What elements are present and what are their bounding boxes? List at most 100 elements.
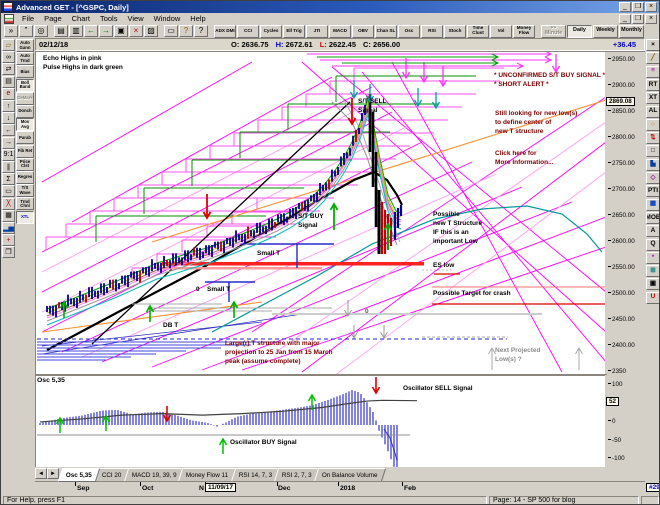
oscillator-panel[interactable]: [35, 375, 607, 469]
window-icon[interactable]: ❒: [2, 246, 15, 259]
left-study-bias[interactable]: Bias: [16, 65, 34, 79]
menu-file[interactable]: File: [17, 14, 39, 23]
grid-icon[interactable]: ▦: [646, 198, 659, 211]
down-arrow-icon[interactable]: ↓: [2, 112, 15, 125]
left-study-regres[interactable]: Regres: [16, 171, 34, 184]
left-study-mov-avg[interactable]: Mov Avg: [16, 118, 34, 132]
delete-icon[interactable]: ×: [129, 25, 143, 37]
tab-on-balance-volume[interactable]: On Balance Volume: [313, 468, 386, 482]
left-arrow-icon[interactable]: ←: [2, 124, 15, 137]
study-button-money-flow[interactable]: Money Flow: [513, 24, 535, 38]
ellipse-icon[interactable]: ○: [646, 118, 659, 131]
menu-help[interactable]: Help: [185, 14, 210, 23]
gann-icon[interactable]: ▦: [2, 209, 15, 222]
left-study-price-clst[interactable]: Price Clst: [16, 157, 34, 171]
tab-money-flow-11[interactable]: Money Flow 11: [178, 468, 237, 482]
tab-rsi-2-7-3[interactable]: RSI 2, 7, 3: [273, 468, 320, 482]
new-chart-icon[interactable]: ▤: [54, 25, 68, 37]
zoom-icon[interactable]: Q: [646, 238, 659, 251]
left-study-parab[interactable]: Parab: [16, 131, 34, 145]
menu-view[interactable]: View: [122, 14, 148, 23]
close-button[interactable]: ×: [645, 2, 657, 12]
left-study-boll-band[interactable]: Boll Band: [16, 78, 34, 92]
trendlines-icon[interactable]: ≡: [646, 65, 659, 78]
arrows-icon[interactable]: ⇅: [646, 132, 659, 145]
bars-icon[interactable]: ▙: [646, 158, 659, 171]
expand-icon[interactable]: ∥: [2, 161, 15, 173]
next-icon[interactable]: →: [99, 25, 113, 37]
ratio-icon[interactable]: 9:1: [2, 148, 15, 161]
study-button-cycles[interactable]: Cycles: [260, 24, 282, 38]
study-icon[interactable]: ▤: [2, 75, 15, 88]
study-button-chan-sl[interactable]: Chan SL: [375, 24, 397, 38]
print-icon[interactable]: ▭: [164, 25, 178, 37]
fib-ext-icon[interactable]: XT: [646, 92, 659, 105]
pencil-icon[interactable]: ╱: [646, 52, 659, 65]
left-study-trnd-chnl[interactable]: Trnd Chnl: [16, 197, 34, 211]
mob-icon[interactable]: MOB: [646, 211, 659, 224]
study-button-cci[interactable]: CCI: [237, 24, 259, 38]
menu-tools[interactable]: Tools: [95, 14, 123, 23]
prev-icon[interactable]: ←: [84, 25, 98, 37]
period-button-weekly[interactable]: Weekly: [593, 24, 618, 38]
study-button-adx-dmi[interactable]: ADX DMI: [214, 24, 236, 38]
minimize-button[interactable]: _: [619, 2, 631, 12]
tab-scroll-right[interactable]: ►: [47, 468, 59, 479]
context-help-icon[interactable]: ?: [194, 25, 208, 37]
period-button-60-minute[interactable]: 60 Minute: [541, 24, 566, 38]
mdi-restore-button[interactable]: ❒: [632, 14, 644, 24]
pti-icon[interactable]: PTI: [646, 185, 659, 198]
copy-icon[interactable]: ▣: [114, 25, 128, 37]
up-arrow-icon[interactable]: ↑: [2, 100, 15, 112]
menu-page[interactable]: Page: [39, 14, 67, 23]
left-study-xtl[interactable]: XTL: [16, 210, 34, 224]
maximize-button[interactable]: ❒: [632, 2, 644, 12]
elliott-icon[interactable]: e: [2, 87, 15, 100]
menu-chart[interactable]: Chart: [67, 14, 95, 23]
color-icon[interactable]: *: [646, 251, 659, 264]
price-axis[interactable]: 2950.00 2900.00 2850.00 2800.00 2750.00 2700.…: [605, 51, 645, 375]
paste-icon[interactable]: ▨: [144, 25, 158, 37]
matrix-icon[interactable]: ⊞: [646, 265, 659, 278]
period-button-daily[interactable]: Daily: [567, 24, 592, 38]
mdi-minimize-button[interactable]: _: [619, 14, 631, 24]
marquee-icon[interactable]: ▭: [2, 185, 15, 198]
tab-macd-19-39-9[interactable]: MACD 19, 39, 9: [123, 468, 185, 482]
left-study-fib-ret[interactable]: Fib Ret: [16, 144, 34, 158]
right-arrow-icon[interactable]: →: [2, 136, 15, 149]
open-chart-icon[interactable]: ▱: [2, 39, 15, 51]
menu-window[interactable]: Window: [149, 14, 186, 23]
xtl-icon[interactable]: ◇: [646, 172, 659, 184]
text-icon[interactable]: A: [646, 225, 659, 238]
study-button-rsi[interactable]: RSI: [421, 24, 443, 38]
study-button-stoch[interactable]: Stoch: [444, 24, 466, 38]
chart-window-icon[interactable]: [4, 13, 14, 24]
left-study-donch[interactable]: Donch: [16, 105, 34, 118]
left-study-t-s-wave[interactable]: T/S Wave: [16, 184, 34, 198]
binoculars-icon[interactable]: ∞: [2, 51, 15, 64]
odd-reset-icon[interactable]: ⇄: [2, 63, 15, 76]
search-icon[interactable]: ◎: [34, 25, 48, 37]
study-button-macd[interactable]: MACD: [329, 24, 351, 38]
stats-icon[interactable]: Σ: [2, 173, 15, 186]
undo-icon[interactable]: U: [646, 291, 659, 304]
quotes-icon[interactable]: ”: [19, 25, 33, 37]
mdi-close-button[interactable]: ×: [645, 14, 657, 24]
study-button-osc[interactable]: Osc: [398, 24, 420, 38]
study-button-ell-trig[interactable]: Ell Trig: [283, 24, 305, 38]
crosshair-icon[interactable]: +: [2, 234, 15, 247]
box-icon[interactable]: □: [646, 145, 659, 158]
left-study-auto-gann[interactable]: Auto Gann: [16, 39, 34, 52]
left-study-auto-trnd[interactable]: Auto Trnd: [16, 52, 34, 66]
study-button-obv[interactable]: OBV: [352, 24, 374, 38]
tab-osc-5-35[interactable]: Osc 5,35: [57, 468, 101, 482]
period-button-monthly[interactable]: Monthly: [619, 24, 644, 38]
lines-icon[interactable]: ╳: [2, 197, 15, 210]
oscillator-axis[interactable]: 100 0 -50 -100 52: [605, 375, 645, 467]
tab-scroll-left[interactable]: ◄: [35, 468, 47, 479]
study-button-jti[interactable]: JTI: [306, 24, 328, 38]
open-layout-icon[interactable]: ▥: [69, 25, 83, 37]
tab-rsi-14-7-3[interactable]: RSI 14, 7, 3: [230, 468, 281, 482]
study-button-time-clust[interactable]: Time Clust: [467, 24, 489, 38]
left-study-demark[interactable]: DeMark: [16, 91, 34, 105]
